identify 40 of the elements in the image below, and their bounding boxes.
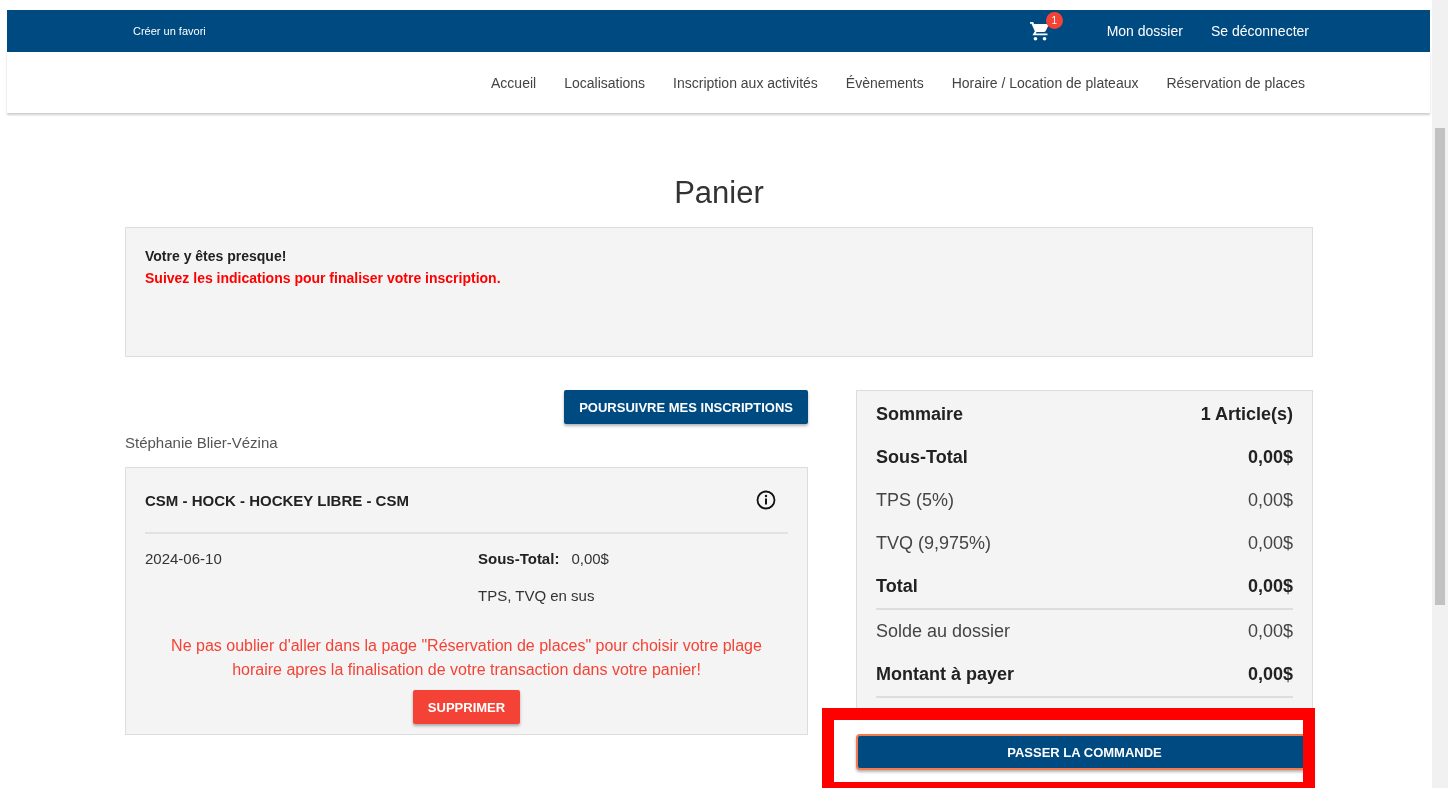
nav-link[interactable]: Réservation de places <box>1166 74 1305 91</box>
page-title: Panier <box>673 175 765 211</box>
scrollbar-thumb[interactable] <box>1435 128 1445 605</box>
top-link[interactable]: Se déconnecter <box>1210 23 1309 39</box>
item-title: CSM - HOCK - HOCKEY LIBRE - CSM <box>145 491 409 509</box>
summary-label: Sommaire <box>876 404 964 425</box>
summary-value: 0,00$ <box>1247 447 1293 468</box>
nav-link[interactable]: Évènements <box>845 74 924 91</box>
summary-label: Solde au dossier <box>876 621 1011 642</box>
top-link[interactable]: Mon dossier <box>1106 23 1183 39</box>
summary-label: TVQ (9,975%) <box>876 533 992 554</box>
item-date: 2024-06-10 <box>145 550 223 569</box>
subtotal-label: Sous-Total: <box>478 550 560 567</box>
summary-label: Total <box>876 576 918 597</box>
nav-link[interactable]: Horaire / Location de plateaux <box>951 74 1139 91</box>
cart-icon[interactable] <box>1028 21 1051 41</box>
cart-count-badge: 1 <box>1045 12 1063 29</box>
nav-link[interactable]: Accueil <box>491 74 537 91</box>
summary-value: 0,00$ <box>1247 533 1293 554</box>
tax-note: TPS, TVQ en sus <box>478 587 596 604</box>
info-icon[interactable] <box>756 490 776 510</box>
summary-value: 0,00$ <box>1247 664 1293 685</box>
summary-value: 0,00$ <box>1247 490 1293 511</box>
notice-message: Suivez les indications pour finaliser votre inscription. <box>145 270 502 286</box>
delete-button[interactable]: SUPPRIMER <box>412 690 521 724</box>
nav-link[interactable]: Localisations <box>564 74 646 91</box>
summary-label: TPS (5%) <box>876 490 954 511</box>
summary-label: Sous-Total <box>876 447 968 468</box>
continue-button[interactable]: POURSUIVRE MES INSCRIPTIONS <box>564 390 808 424</box>
participant-name: Stéphanie Blier-Vézina <box>125 434 279 451</box>
nav-link[interactable]: Inscription aux activités <box>673 74 818 91</box>
summary-value: 0,00$ <box>1247 621 1293 642</box>
summary-value: 0,00$ <box>1247 576 1293 597</box>
scrollbar[interactable] <box>1432 0 1448 788</box>
reminder-text: Ne pas oublier d'aller dans la page "Réservation de places" pour choisir votre plage horaire apres la finalisation de votre transaction dans votre panier! <box>170 636 763 680</box>
notice-title: Votre y êtes presque! <box>145 248 288 264</box>
favorite-link[interactable]: Créer un favori <box>133 25 206 37</box>
summary-label: Montant à payer <box>876 664 1015 685</box>
subtotal-value: 0,00$ <box>571 550 609 567</box>
summary-value: 1 Article(s) <box>1200 404 1293 425</box>
